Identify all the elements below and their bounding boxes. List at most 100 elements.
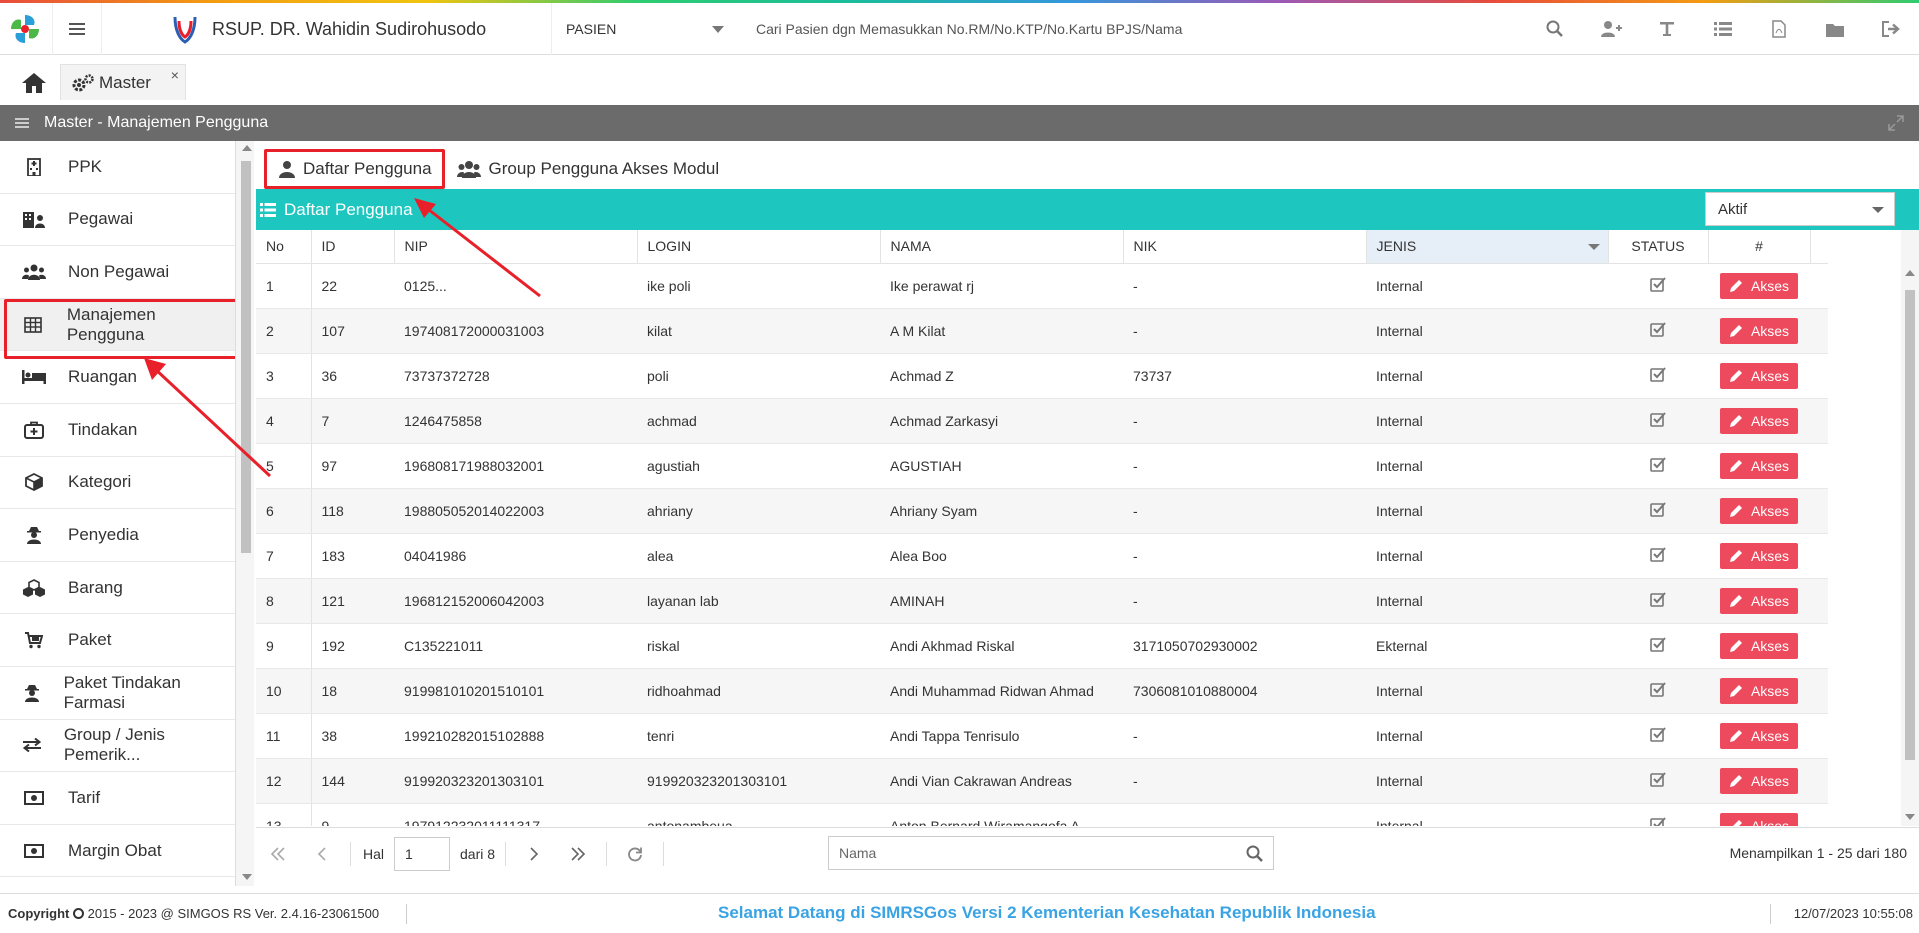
scrollbar-thumb[interactable] [241, 161, 251, 553]
akses-button[interactable]: Akses [1720, 497, 1798, 524]
sidebar-item-ruangan[interactable]: Ruangan [0, 351, 235, 404]
prev-page-icon[interactable] [300, 834, 344, 874]
akses-button[interactable]: Akses [1720, 812, 1798, 826]
first-page-icon[interactable] [256, 834, 300, 874]
name-search-input[interactable]: Nama [828, 836, 1274, 870]
table-row[interactable]: 2 107 197408172000031003 kilat A M Kilat - Int… [256, 308, 1828, 354]
table-row[interactable]: 4 7 1246475858 achmad Achmad Zarkasyi - Intern… [256, 398, 1828, 444]
next-page-icon[interactable] [512, 834, 556, 874]
logout-icon[interactable] [1863, 3, 1919, 55]
table-scrollbar[interactable] [1901, 230, 1919, 826]
sidebar-item-penyedia[interactable]: Penyedia [0, 509, 235, 562]
akses-button[interactable]: Akses [1720, 677, 1798, 704]
add-user-icon[interactable] [1583, 3, 1639, 55]
tab-master[interactable]: Master × [60, 64, 186, 100]
checked-checkbox-icon[interactable] [1649, 816, 1667, 826]
status-filter-select[interactable]: Aktif [1705, 192, 1895, 226]
tab-group-pengguna-akses-modul[interactable]: Group Pengguna Akses Modul [445, 149, 730, 189]
sidebar-item-pegawai[interactable]: Pegawai [0, 194, 235, 247]
checked-checkbox-icon[interactable] [1649, 771, 1667, 787]
akses-button[interactable]: Akses [1720, 272, 1798, 299]
category-select[interactable]: PASIEN [552, 3, 738, 55]
cell-no: 5 [256, 443, 312, 489]
akses-button[interactable]: Akses [1720, 632, 1798, 659]
sidebar-item-manajemen-pengguna[interactable]: Manajemen Pengguna [0, 298, 235, 359]
tab-daftar-pengguna[interactable]: Daftar Pengguna [264, 149, 445, 189]
chevron-down-icon[interactable] [1587, 244, 1600, 250]
table-row[interactable]: 13 9 197912232011111317 antonambeua Anton Be… [256, 803, 1828, 826]
table-row[interactable]: 8 121 196812152006042003 layanan lab AMINAH -… [256, 578, 1828, 624]
akses-button[interactable]: Akses [1720, 722, 1798, 749]
table-row[interactable]: 5 97 196808171988032001 agustiah AGUSTIAH - In… [256, 443, 1828, 489]
app-logo[interactable] [0, 3, 50, 55]
column-header-nama[interactable]: NAMA [880, 230, 1124, 264]
scroll-down-icon[interactable] [1905, 814, 1915, 820]
table-row[interactable]: 7 183 04041986 alea Alea Boo - Internal Akses [256, 533, 1828, 579]
menu-toggle-button[interactable] [52, 3, 102, 55]
scroll-up-icon[interactable] [242, 145, 252, 151]
table-row[interactable]: 1 22 0125... ike poli Ike perawat rj - Interna… [256, 263, 1828, 309]
home-icon[interactable] [14, 66, 54, 100]
akses-button[interactable]: Akses [1720, 407, 1798, 434]
table-row[interactable]: 10 18 919981010201510101 ridhoahmad Andi Muh… [256, 668, 1828, 714]
folder-icon[interactable] [1807, 3, 1863, 55]
checked-checkbox-icon[interactable] [1649, 366, 1667, 382]
sidebar-item-barang[interactable]: Barang [0, 562, 235, 615]
search-icon[interactable] [1527, 3, 1583, 55]
column-header-status[interactable]: STATUS [1608, 230, 1709, 264]
sidebar-item-non-pegawai[interactable]: Non Pegawai [0, 246, 235, 299]
table-row[interactable]: 12 144 919920323201303101 91992032320130310… [256, 758, 1828, 804]
akses-button[interactable]: Akses [1720, 767, 1798, 794]
column-header-nip[interactable]: NIP [394, 230, 638, 264]
sidebar-item-paket[interactable]: Paket [0, 614, 235, 667]
checked-checkbox-icon[interactable] [1649, 726, 1667, 742]
scroll-down-icon[interactable] [242, 874, 252, 880]
sidebar-scrollbar[interactable] [236, 141, 254, 886]
sidebar-item-ppk[interactable]: PPK [0, 141, 235, 194]
column-header-nik[interactable]: NIK [1123, 230, 1367, 264]
checked-checkbox-icon[interactable] [1649, 321, 1667, 337]
sidebar-item-margin-obat[interactable]: Margin Obat [0, 825, 235, 878]
checked-checkbox-icon[interactable] [1649, 501, 1667, 517]
hamburger-icon[interactable] [0, 116, 44, 130]
list-icon[interactable] [1695, 3, 1751, 55]
column-header-no[interactable]: No [256, 230, 312, 264]
scrollbar-thumb[interactable] [1905, 290, 1915, 760]
checked-checkbox-icon[interactable] [1649, 546, 1667, 562]
refresh-icon[interactable] [613, 834, 657, 874]
column-header-login[interactable]: LOGIN [637, 230, 881, 264]
sidebar-item-tindakan[interactable]: Tindakan [0, 404, 235, 457]
patient-search-input[interactable]: Cari Pasien dgn Memasukkan No.RM/No.KTP/… [756, 3, 1182, 55]
table-row[interactable]: 6 118 198805052014022003 ahriany Ahriany Sya… [256, 488, 1828, 534]
column-header-id[interactable]: ID [311, 230, 395, 264]
column-header-jenis[interactable]: JENIS [1366, 230, 1609, 264]
table-row[interactable]: 9 192 C135221011 riskal Andi Akhmad Riskal 31… [256, 623, 1828, 669]
table-row[interactable]: 3 36 73737372728 poli Achmad Z 73737 Internal A… [256, 353, 1828, 399]
sidebar-item-group-jenis-pemeriksaan[interactable]: Group / Jenis Pemerik... [0, 720, 235, 773]
akses-button[interactable]: Akses [1720, 542, 1798, 569]
status-filter-value: Aktif [1718, 200, 1748, 218]
akses-button[interactable]: Akses [1720, 452, 1798, 479]
sidebar-item-paket-tindakan-farmasi[interactable]: Paket Tindakan Farmasi [0, 667, 235, 720]
checked-checkbox-icon[interactable] [1649, 276, 1667, 292]
akses-button[interactable]: Akses [1720, 587, 1798, 614]
checked-checkbox-icon[interactable] [1649, 681, 1667, 697]
akses-button[interactable]: Akses [1720, 362, 1798, 389]
checked-checkbox-icon[interactable] [1649, 411, 1667, 427]
checked-checkbox-icon[interactable] [1649, 456, 1667, 472]
close-icon[interactable]: × [171, 67, 179, 83]
checked-checkbox-icon[interactable] [1649, 636, 1667, 652]
expand-icon[interactable] [1887, 114, 1905, 132]
table-row[interactable]: 11 38 199210282015102888 tenri Andi Tappa Te… [256, 713, 1828, 759]
sidebar-item-tarif[interactable]: Tarif [0, 772, 235, 825]
scroll-up-icon[interactable] [1905, 270, 1915, 276]
pdf-file-icon[interactable] [1751, 3, 1807, 55]
page-number-input[interactable]: 1 [394, 836, 451, 871]
search-icon[interactable] [1246, 845, 1263, 862]
last-page-icon[interactable] [556, 834, 600, 874]
sidebar-item-kategori[interactable]: Kategori [0, 457, 235, 510]
sidebar-item-label: Barang [68, 577, 123, 597]
checked-checkbox-icon[interactable] [1649, 591, 1667, 607]
akses-button[interactable]: Akses [1720, 317, 1798, 344]
text-icon[interactable] [1639, 3, 1695, 55]
